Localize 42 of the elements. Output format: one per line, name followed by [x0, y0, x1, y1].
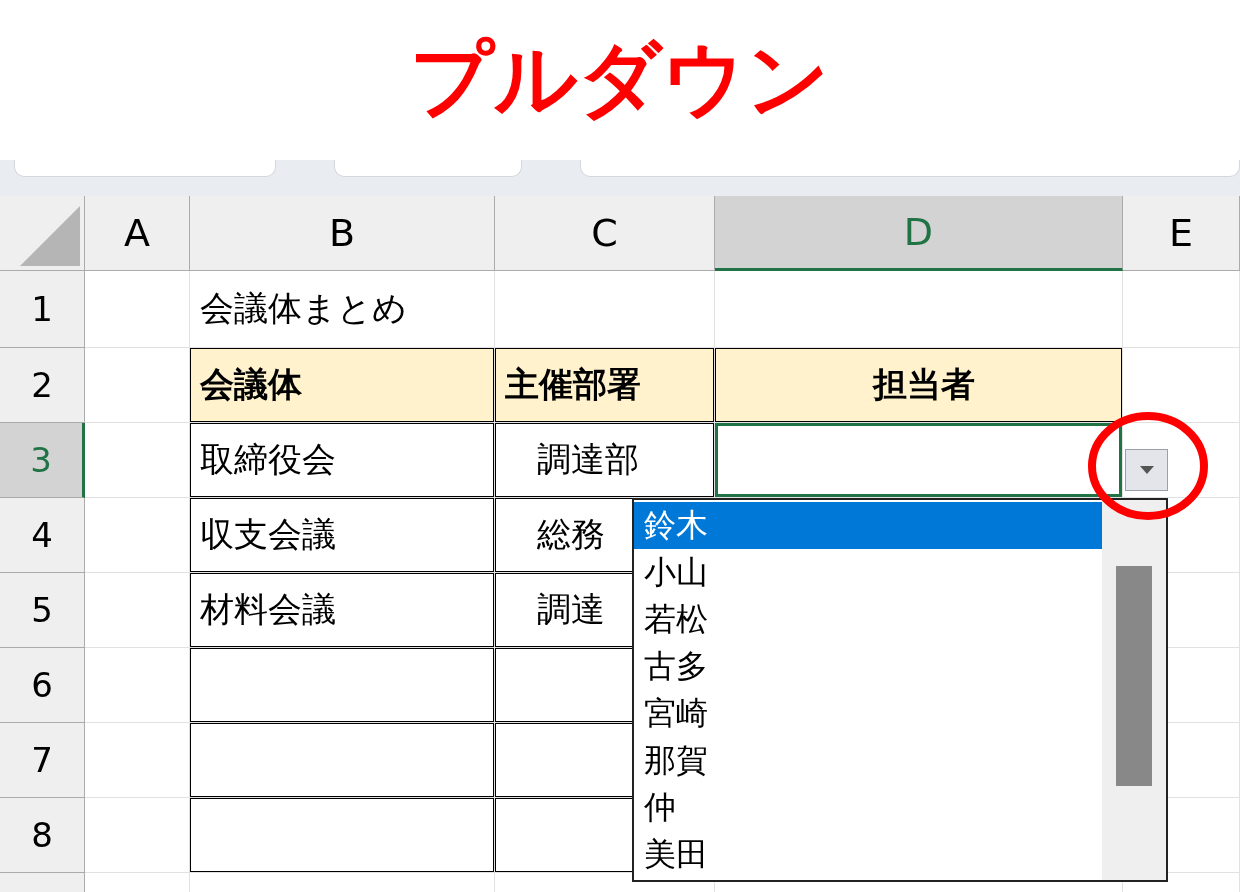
column-header[interactable]: D: [715, 196, 1123, 271]
page-title: プルダウン: [410, 30, 830, 128]
cell-text: 調達部: [537, 438, 639, 481]
cell-text: 担当者: [872, 363, 975, 406]
dropdown-item[interactable]: 若松: [634, 596, 1102, 643]
dropdown-item[interactable]: 美田: [634, 831, 1102, 878]
cell-text: 主催部署: [505, 363, 641, 406]
row-header[interactable]: 6: [0, 648, 85, 723]
toolbar-field[interactable]: [333, 160, 522, 177]
caret-icon: [1139, 466, 1154, 474]
dropdown-item[interactable]: 古多: [634, 643, 1102, 690]
scrollbar[interactable]: [1102, 500, 1166, 880]
dropdown-item[interactable]: 鈴木: [634, 502, 1102, 549]
dropdown-item[interactable]: 小山: [634, 549, 1102, 596]
cell-text: 取締役会: [200, 438, 336, 481]
cell-text: 会議体: [200, 363, 302, 406]
column-header[interactable]: E: [1123, 196, 1240, 271]
column-header[interactable]: A: [85, 196, 190, 271]
dropdown-item[interactable]: 仲: [634, 784, 1102, 831]
row-header[interactable]: 1: [0, 271, 85, 348]
column-header[interactable]: B: [190, 196, 495, 271]
row-header[interactable]: 7: [0, 723, 85, 798]
row-header[interactable]: 5: [0, 573, 85, 648]
dropdown-item[interactable]: 那賀: [634, 737, 1102, 784]
dropdown-button[interactable]: [1125, 449, 1168, 491]
corner-triangle-icon: [20, 206, 80, 266]
cell-text: 総務: [537, 513, 605, 556]
row-header[interactable]: 4: [0, 498, 85, 573]
row-header[interactable]: 8: [0, 798, 85, 873]
column-header[interactable]: C: [495, 196, 715, 271]
row-header[interactable]: 3: [0, 423, 85, 498]
scrollbar-thumb[interactable]: [1116, 566, 1152, 786]
dropdown-item[interactable]: 宮崎: [634, 690, 1102, 737]
cell-text: 会議体まとめ: [200, 287, 407, 330]
select-all-button[interactable]: [0, 196, 85, 271]
cell-text: 調達: [537, 588, 605, 631]
cell-text: 収支会議: [200, 513, 336, 556]
row-header[interactable]: [0, 873, 85, 892]
formula-bar[interactable]: [579, 160, 1240, 177]
row-header[interactable]: 2: [0, 348, 85, 423]
name-box[interactable]: [14, 160, 276, 177]
cell-text: 材料会議: [200, 588, 336, 631]
